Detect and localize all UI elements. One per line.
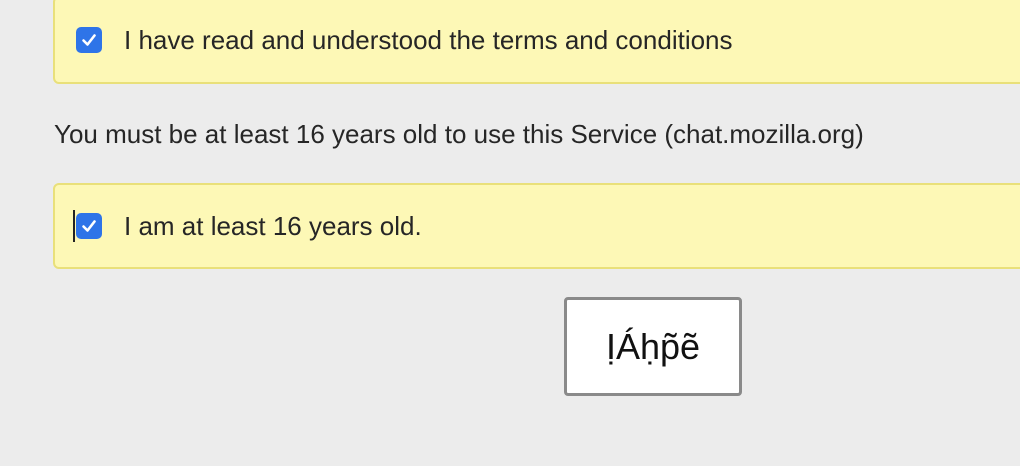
age-checkbox-label[interactable]: I am at least 16 years old. <box>124 210 422 242</box>
age-requirement-notice: You must be at least 16 years old to use… <box>54 119 864 149</box>
accept-button[interactable]: ỊÁḥp̃ẽ <box>564 297 742 396</box>
age-checkbox[interactable] <box>73 210 102 242</box>
checkmark-icon <box>82 34 96 46</box>
terms-checkbox-panel[interactable]: I have read and understood the terms and… <box>53 0 1020 84</box>
age-checkbox-panel[interactable]: I am at least 16 years old. <box>53 183 1020 269</box>
consent-page: I have read and understood the terms and… <box>0 0 1020 466</box>
focus-caret <box>73 210 75 242</box>
terms-checkbox-label[interactable]: I have read and understood the terms and… <box>124 24 733 56</box>
checkmark-icon <box>82 220 96 232</box>
terms-checkbox[interactable] <box>76 27 102 53</box>
